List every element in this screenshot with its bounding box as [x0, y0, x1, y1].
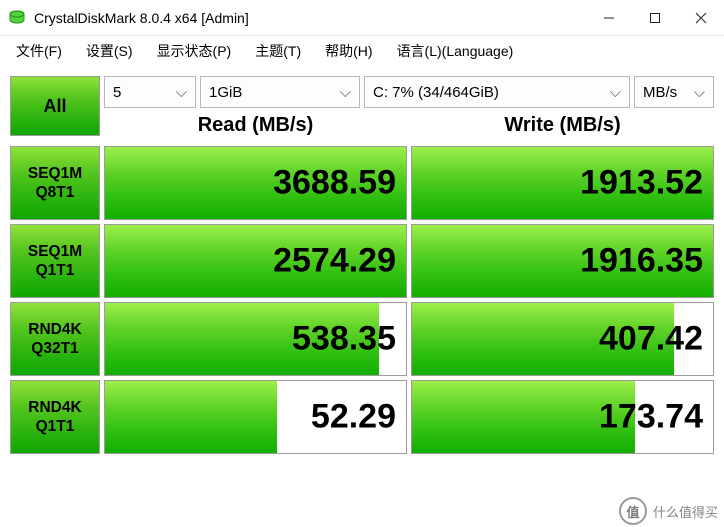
drive-value: C: 7% (34/464GiB)	[373, 84, 610, 101]
runs-value: 5	[113, 84, 176, 101]
read-value: 3688.59	[273, 164, 396, 203]
test-label-2: Q1T1	[36, 261, 75, 280]
write-header: Write (MB/s)	[411, 108, 714, 142]
test-label-1: SEQ1M	[28, 242, 82, 261]
chevron-down-icon: ⌵	[176, 84, 187, 101]
chevron-down-icon: ⌵	[340, 84, 351, 101]
write-value: 1913.52	[580, 164, 703, 203]
size-value: 1GiB	[209, 84, 340, 101]
close-button[interactable]	[678, 0, 724, 35]
chevron-down-icon: ⌵	[610, 84, 621, 101]
drive-select[interactable]: C: 7% (34/464GiB) ⌵	[364, 76, 630, 108]
test-button-rnd4k-q1t1[interactable]: RND4K Q1T1	[10, 380, 100, 454]
app-icon	[8, 9, 26, 27]
watermark: 值 什么值得买	[619, 497, 718, 525]
read-value: 2574.29	[273, 242, 396, 281]
write-value: 407.42	[599, 320, 703, 359]
menu-settings[interactable]: 设置(S)	[76, 37, 143, 65]
main-panel: All 5 ⌵ 1GiB ⌵ C: 7% (34/464GiB) ⌵ MB/s …	[0, 66, 724, 464]
test-button-seq1m-q8t1[interactable]: SEQ1M Q8T1	[10, 146, 100, 220]
menu-state[interactable]: 显示状态(P)	[147, 37, 242, 65]
read-bar	[105, 381, 277, 453]
write-result: 407.42	[411, 302, 714, 376]
menu-file[interactable]: 文件(F)	[6, 37, 72, 65]
runs-select[interactable]: 5 ⌵	[104, 76, 196, 108]
watermark-text: 什么值得买	[653, 502, 718, 521]
menu-theme[interactable]: 主题(T)	[245, 37, 311, 65]
read-result: 2574.29	[104, 224, 407, 298]
menubar: 文件(F) 设置(S) 显示状态(P) 主题(T) 帮助(H) 语言(L)(La…	[0, 36, 724, 66]
titlebar: CrystalDiskMark 8.0.4 x64 [Admin]	[0, 0, 724, 36]
test-label-1: RND4K	[28, 320, 81, 339]
write-result: 173.74	[411, 380, 714, 454]
read-result: 538.35	[104, 302, 407, 376]
write-value: 1916.35	[580, 242, 703, 281]
test-label-1: SEQ1M	[28, 164, 82, 183]
column-headers: Read (MB/s) Write (MB/s)	[10, 108, 714, 142]
read-value: 538.35	[292, 320, 396, 359]
table-row: SEQ1M Q8T1 3688.59 1913.52	[10, 146, 714, 220]
maximize-button[interactable]	[632, 0, 678, 35]
write-result: 1916.35	[411, 224, 714, 298]
window-controls	[586, 0, 724, 35]
benchmark-table: SEQ1M Q8T1 3688.59 1913.52 SEQ1M Q1T1 25…	[10, 146, 714, 454]
table-row: RND4K Q1T1 52.29 173.74	[10, 380, 714, 454]
read-result: 52.29	[104, 380, 407, 454]
write-result: 1913.52	[411, 146, 714, 220]
write-value: 173.74	[599, 398, 703, 437]
menu-language[interactable]: 语言(L)(Language)	[387, 37, 524, 65]
test-label-2: Q8T1	[36, 183, 75, 202]
test-button-rnd4k-q32t1[interactable]: RND4K Q32T1	[10, 302, 100, 376]
test-label-2: Q1T1	[36, 417, 75, 436]
unit-select[interactable]: MB/s ⌵	[634, 76, 714, 108]
table-row: RND4K Q32T1 538.35 407.42	[10, 302, 714, 376]
menu-help[interactable]: 帮助(H)	[315, 37, 382, 65]
read-result: 3688.59	[104, 146, 407, 220]
table-row: SEQ1M Q1T1 2574.29 1916.35	[10, 224, 714, 298]
test-label-2: Q32T1	[31, 339, 78, 358]
read-header: Read (MB/s)	[104, 108, 407, 142]
watermark-icon: 值	[619, 497, 647, 525]
window-title: CrystalDiskMark 8.0.4 x64 [Admin]	[34, 10, 586, 26]
chevron-down-icon: ⌵	[694, 84, 705, 101]
read-value: 52.29	[311, 398, 396, 437]
minimize-button[interactable]	[586, 0, 632, 35]
unit-value: MB/s	[643, 84, 694, 101]
test-button-seq1m-q1t1[interactable]: SEQ1M Q1T1	[10, 224, 100, 298]
test-label-1: RND4K	[28, 398, 81, 417]
size-select[interactable]: 1GiB ⌵	[200, 76, 360, 108]
